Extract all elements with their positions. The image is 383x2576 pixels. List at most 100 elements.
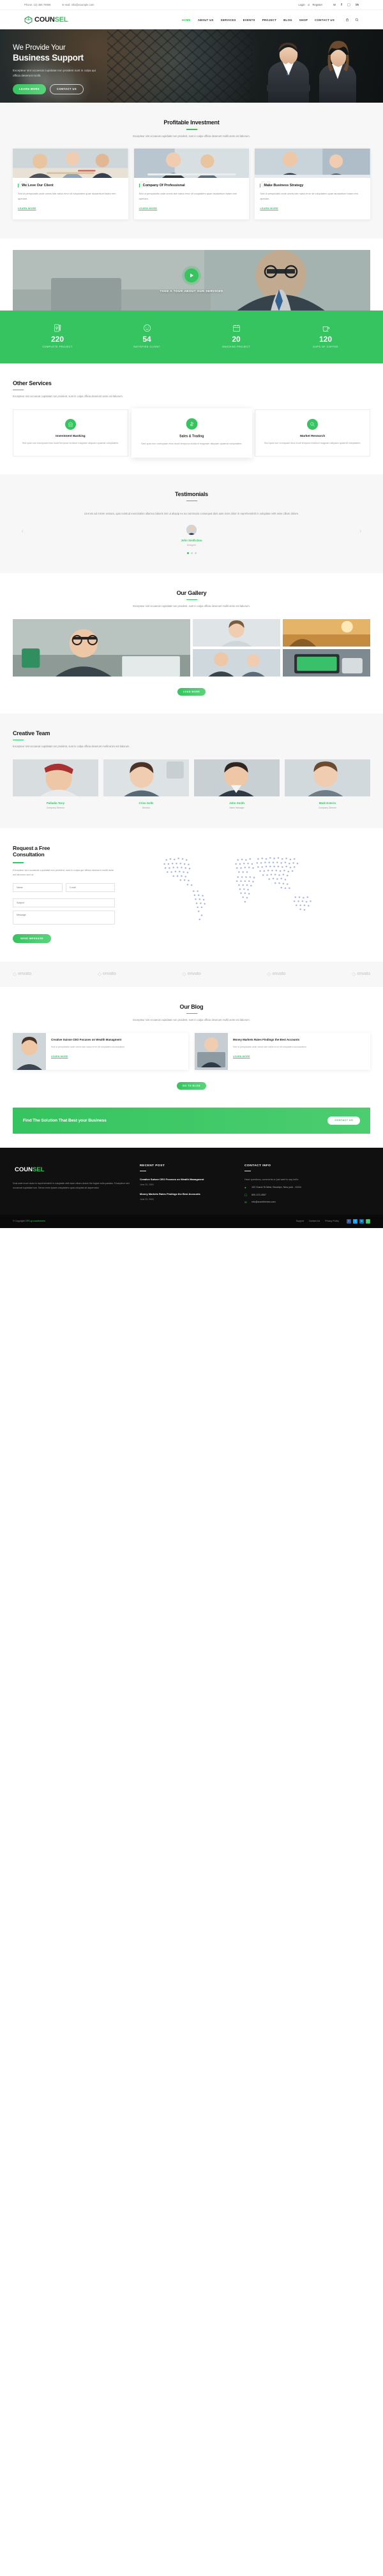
hero-contact-us-button[interactable]: CONTACT US bbox=[50, 84, 84, 94]
profitable-card[interactable]: 02 Company Of Professional Sed ut perspi… bbox=[133, 148, 250, 219]
nav-item-project[interactable]: PROJECT bbox=[262, 18, 276, 22]
partner-logo[interactable]: ◇ envato bbox=[13, 971, 31, 977]
header-icons bbox=[345, 18, 359, 22]
gallery-item[interactable] bbox=[193, 618, 280, 647]
carousel-dot[interactable] bbox=[190, 552, 193, 554]
gallery-item[interactable] bbox=[283, 648, 370, 677]
profitable-card[interactable]: 01 We Love Our Client Sed ut perspiciati… bbox=[13, 148, 128, 219]
team-member-name: Palladio Tony bbox=[46, 801, 65, 805]
footer-logo[interactable]: COUNSEL bbox=[13, 1164, 131, 1187]
cta-text: Find The Solution That Best your Busines… bbox=[23, 1118, 107, 1123]
linkedin-icon[interactable]: in bbox=[356, 3, 359, 7]
smiley-icon bbox=[102, 323, 192, 333]
cta-contact-us-button[interactable]: CONTACT US bbox=[327, 1116, 360, 1125]
go-to-blog-button[interactable]: GO TO BLOG bbox=[177, 1081, 206, 1090]
service-card-market-research[interactable]: Market Research Sed quia non numquam eiu… bbox=[255, 409, 371, 457]
twitter-icon[interactable]: w bbox=[333, 3, 336, 7]
nav-item-home[interactable]: HOME bbox=[182, 18, 191, 22]
message-field[interactable] bbox=[13, 911, 115, 925]
testimonial-quote: Ut enim ad minim veniam, quis nostrud ex… bbox=[84, 512, 299, 516]
facebook-icon[interactable]: f bbox=[347, 1218, 351, 1224]
gallery-load-more-button[interactable]: LOAD MORE bbox=[177, 687, 206, 696]
team-member[interactable]: Criss Gells Director bbox=[103, 759, 189, 809]
chevron-right-icon[interactable]: › bbox=[360, 529, 361, 534]
send-message-button[interactable]: SEND MESSAGE bbox=[13, 933, 52, 943]
title-underline bbox=[186, 500, 197, 502]
counter-item: 220 COMPLETE PROJECT bbox=[13, 323, 102, 348]
partner-label: envato bbox=[18, 972, 31, 977]
twitter-icon[interactable]: t bbox=[353, 1218, 357, 1224]
cube-logo-icon bbox=[24, 16, 33, 24]
contact-phone-text[interactable]: 800-123-4567 bbox=[252, 1194, 266, 1197]
team-member-name: Criss Gells bbox=[139, 801, 154, 805]
play-icon[interactable] bbox=[184, 268, 199, 282]
blog-post[interactable]: Money Markets Rates Findings the Best Ac… bbox=[195, 1032, 370, 1070]
recent-post-title: Money Markets Rates Findings the Best Ac… bbox=[140, 1192, 200, 1196]
service-card-sales-trading[interactable]: Sales & Trading Sed quia non numquam eiu… bbox=[131, 408, 252, 458]
recent-post-item[interactable]: Creative Suisse CEO Focuses on Wealth Ma… bbox=[140, 1178, 236, 1186]
recent-post-item[interactable]: Money Markets Rates Findings the Best Ac… bbox=[140, 1192, 236, 1201]
nav-item-about-us[interactable]: ABOUT US bbox=[198, 18, 214, 22]
profitable-card[interactable]: 03 Make Business Strategy Sed ut perspic… bbox=[255, 148, 371, 219]
team-subtitle: Excepteur sint occaecat cupidatat non pr… bbox=[13, 745, 130, 749]
linkedin-icon[interactable]: in bbox=[359, 1218, 364, 1224]
consultation-paragraph: Excepteur sint occaecat cupidatat non pr… bbox=[13, 868, 114, 876]
title-underline bbox=[186, 129, 197, 130]
card-learn-more-link[interactable]: LEARN MORE bbox=[18, 207, 36, 210]
team-member[interactable]: Mark Esterio Company Director bbox=[285, 759, 370, 809]
gallery-item[interactable] bbox=[13, 618, 190, 677]
gallery-grid bbox=[13, 618, 370, 677]
service-card-title: Market Research bbox=[300, 434, 326, 438]
nav-item-services[interactable]: SERVICES bbox=[221, 18, 236, 22]
service-card-investment-banking[interactable]: Investment Banking Sed quia non numquam … bbox=[13, 409, 128, 457]
nav-item-contact-us[interactable]: CONTACT US bbox=[315, 18, 334, 22]
nav-item-shop[interactable]: SHOP bbox=[299, 18, 308, 22]
site-logo[interactable]: COUNSEL bbox=[24, 16, 68, 24]
hero-buttons: LEARN MORE CONTACT US bbox=[13, 84, 192, 94]
team-member[interactable]: Palladio Tony Company Director bbox=[13, 759, 98, 809]
service-card-text: Sed quia non numquam eius modi tempora i… bbox=[22, 441, 119, 444]
partner-logo[interactable]: ◇ envato bbox=[183, 971, 201, 977]
contact-mail-text[interactable]: info@zozothemes.com bbox=[252, 1201, 276, 1204]
carousel-dot[interactable] bbox=[194, 552, 197, 554]
mail-icon: ✉ bbox=[244, 1201, 247, 1204]
email-field[interactable] bbox=[65, 883, 115, 893]
login-link[interactable]: Login bbox=[299, 3, 305, 6]
register-link[interactable]: Register bbox=[312, 3, 322, 6]
partner-logo[interactable]: ◇ envato bbox=[98, 971, 116, 977]
cart-icon[interactable] bbox=[345, 18, 349, 22]
search-icon[interactable] bbox=[355, 18, 359, 22]
blog-post-learn-more-link[interactable]: LEARN MORE bbox=[51, 1055, 68, 1058]
partner-logo[interactable]: ◇ envato bbox=[267, 971, 285, 977]
card-learn-more-link[interactable]: LEARN MORE bbox=[260, 207, 278, 210]
instagram-icon[interactable]: ▢ bbox=[366, 1218, 370, 1224]
carousel-dot[interactable] bbox=[186, 552, 189, 554]
form-row bbox=[13, 883, 115, 895]
footer-link-privacy-policy[interactable]: Privacy Policy bbox=[325, 1220, 339, 1222]
world-map bbox=[124, 845, 370, 944]
blog-heading: Our Blog Excepteur sint occaecat cupidat… bbox=[13, 1004, 370, 1023]
gallery-item[interactable] bbox=[193, 648, 280, 677]
blog-post[interactable]: Creative Suisse CEO Focuses on Wealth Ma… bbox=[13, 1032, 188, 1070]
chevron-left-icon[interactable]: ‹ bbox=[22, 529, 23, 534]
nav-item-events[interactable]: EVENTS bbox=[243, 18, 255, 22]
gallery-section: Our Gallery Excepteur sint occaecat cupi… bbox=[0, 573, 383, 714]
video-tour-banner[interactable]: TAKE A TOUR ABOUT OUR SERVICES bbox=[13, 249, 370, 311]
footer-link-contact-us[interactable]: Contact Us bbox=[309, 1220, 320, 1222]
name-field[interactable] bbox=[13, 883, 63, 893]
team-member-role: Director bbox=[142, 806, 151, 809]
nav-item-blog[interactable]: BLOG bbox=[283, 18, 292, 22]
footer-recent-post-column: RECENT POST Creative Suisse CEO Focuses … bbox=[140, 1164, 236, 1204]
hero-learn-more-button[interactable]: LEARN MORE bbox=[13, 84, 47, 94]
subject-field[interactable] bbox=[13, 898, 115, 908]
footer-link-support[interactable]: Support bbox=[296, 1220, 304, 1222]
instagram-icon[interactable]: ▢ bbox=[347, 3, 350, 7]
partner-logo[interactable]: ◇ envato bbox=[352, 971, 370, 977]
gallery-item[interactable] bbox=[283, 618, 370, 647]
profitable-cards: 01 We Love Our Client Sed ut perspiciati… bbox=[13, 148, 371, 219]
team-member[interactable]: John Smith Sales Manager bbox=[194, 759, 280, 809]
card-learn-more-link[interactable]: LEARN MORE bbox=[139, 207, 158, 210]
calendar-icon bbox=[192, 323, 281, 333]
facebook-icon[interactable]: f bbox=[341, 3, 342, 7]
blog-post-learn-more-link[interactable]: LEARN MORE bbox=[233, 1055, 250, 1058]
